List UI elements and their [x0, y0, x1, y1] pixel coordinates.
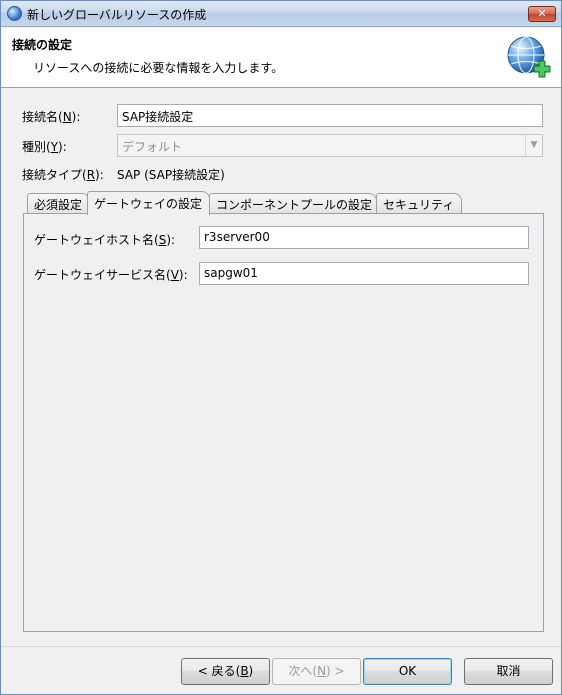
- wizard-header: 接続の設定 リソースへの接続に必要な情報を入力します。: [1, 28, 561, 88]
- close-button[interactable]: ✕: [528, 6, 556, 22]
- connection-type-label-end: ):: [95, 168, 104, 182]
- title-bar[interactable]: 新しいグローバルリソースの作成 ✕: [1, 1, 561, 27]
- gateway-host-label-end: ):: [166, 233, 176, 247]
- type-label: 種別(Y):: [22, 138, 67, 155]
- tab-component-pool-settings[interactable]: コンポーネントプールの設定: [209, 193, 377, 214]
- tab-label: セキュリティ: [383, 198, 455, 212]
- gateway-host-label-text: ゲートウェイホスト名(: [34, 233, 159, 247]
- type-select[interactable]: デフォルト ▼: [117, 134, 543, 157]
- tab-security[interactable]: セキュリティ: [376, 193, 462, 214]
- dialog-window: 新しいグローバルリソースの作成 ✕ 接続の設定 リソースへの接続に必要な情報を入…: [0, 0, 562, 695]
- connection-name-label-end: ):: [71, 110, 81, 124]
- gateway-service-label-text: ゲートウェイサービス名(: [34, 268, 171, 282]
- next-button[interactable]: 次へ(N) >: [272, 658, 361, 685]
- type-label-text: 種別(: [22, 140, 51, 154]
- connection-name-input[interactable]: SAP接続設定: [117, 104, 543, 127]
- page-title: 接続の設定: [12, 38, 73, 52]
- type-label-end: ):: [58, 140, 67, 154]
- page-description: リソースへの接続に必要な情報を入力します。: [33, 61, 284, 75]
- gateway-host-label: ゲートウェイホスト名(S):: [34, 231, 175, 248]
- tab-strip: 必須設定 ゲートウェイの設定 コンポーネントプールの設定 セキュリティ: [23, 191, 543, 215]
- gateway-host-input[interactable]: r3server00: [199, 226, 529, 249]
- back-button[interactable]: < 戻る(B): [181, 658, 270, 685]
- globe-plus-icon: [507, 36, 551, 78]
- gateway-service-label: ゲートウェイサービス名(V):: [34, 266, 188, 283]
- cancel-button[interactable]: 取消: [464, 658, 553, 685]
- type-mnemonic: Y: [50, 140, 59, 154]
- chevron-down-icon[interactable]: ▼: [525, 135, 542, 156]
- footer-divider: [1, 646, 561, 647]
- connection-name-mnemonic: N: [62, 110, 72, 124]
- next-button-mnemonic: N: [317, 664, 327, 678]
- tab-label: ゲートウェイの設定: [94, 197, 203, 211]
- back-button-mnemonic: B: [240, 664, 249, 678]
- connection-type-label-text: 接続タイプ(: [22, 168, 87, 182]
- type-select-value: デフォルト: [122, 140, 183, 154]
- close-icon: ✕: [537, 7, 547, 20]
- tab-label: 必須設定: [34, 198, 83, 212]
- back-button-label-end: ): [248, 664, 254, 678]
- ok-button[interactable]: OK: [363, 658, 452, 685]
- tab-required-settings[interactable]: 必須設定: [27, 193, 90, 214]
- connection-name-label-text: 接続名(: [22, 110, 63, 124]
- next-button-label: 次へ(: [288, 664, 318, 678]
- tab-gateway-settings[interactable]: ゲートウェイの設定: [87, 191, 210, 215]
- window-title: 新しいグローバルリソースの作成: [27, 8, 207, 22]
- connection-type-value: SAP (SAP接続設定): [117, 168, 225, 182]
- connection-name-label: 接続名(N):: [22, 108, 80, 125]
- gateway-service-input[interactable]: sapgw01: [199, 262, 529, 285]
- connection-type-label: 接続タイプ(R):: [22, 166, 104, 183]
- gateway-service-label-end: ):: [178, 268, 188, 282]
- app-globe-icon: [7, 6, 22, 21]
- next-button-label-end: ) >: [326, 664, 345, 678]
- connection-type-mnemonic: R: [86, 168, 96, 182]
- tab-label: コンポーネントプールの設定: [216, 198, 373, 212]
- gateway-service-mnemonic: V: [170, 268, 179, 282]
- back-button-label: < 戻る(: [197, 664, 241, 678]
